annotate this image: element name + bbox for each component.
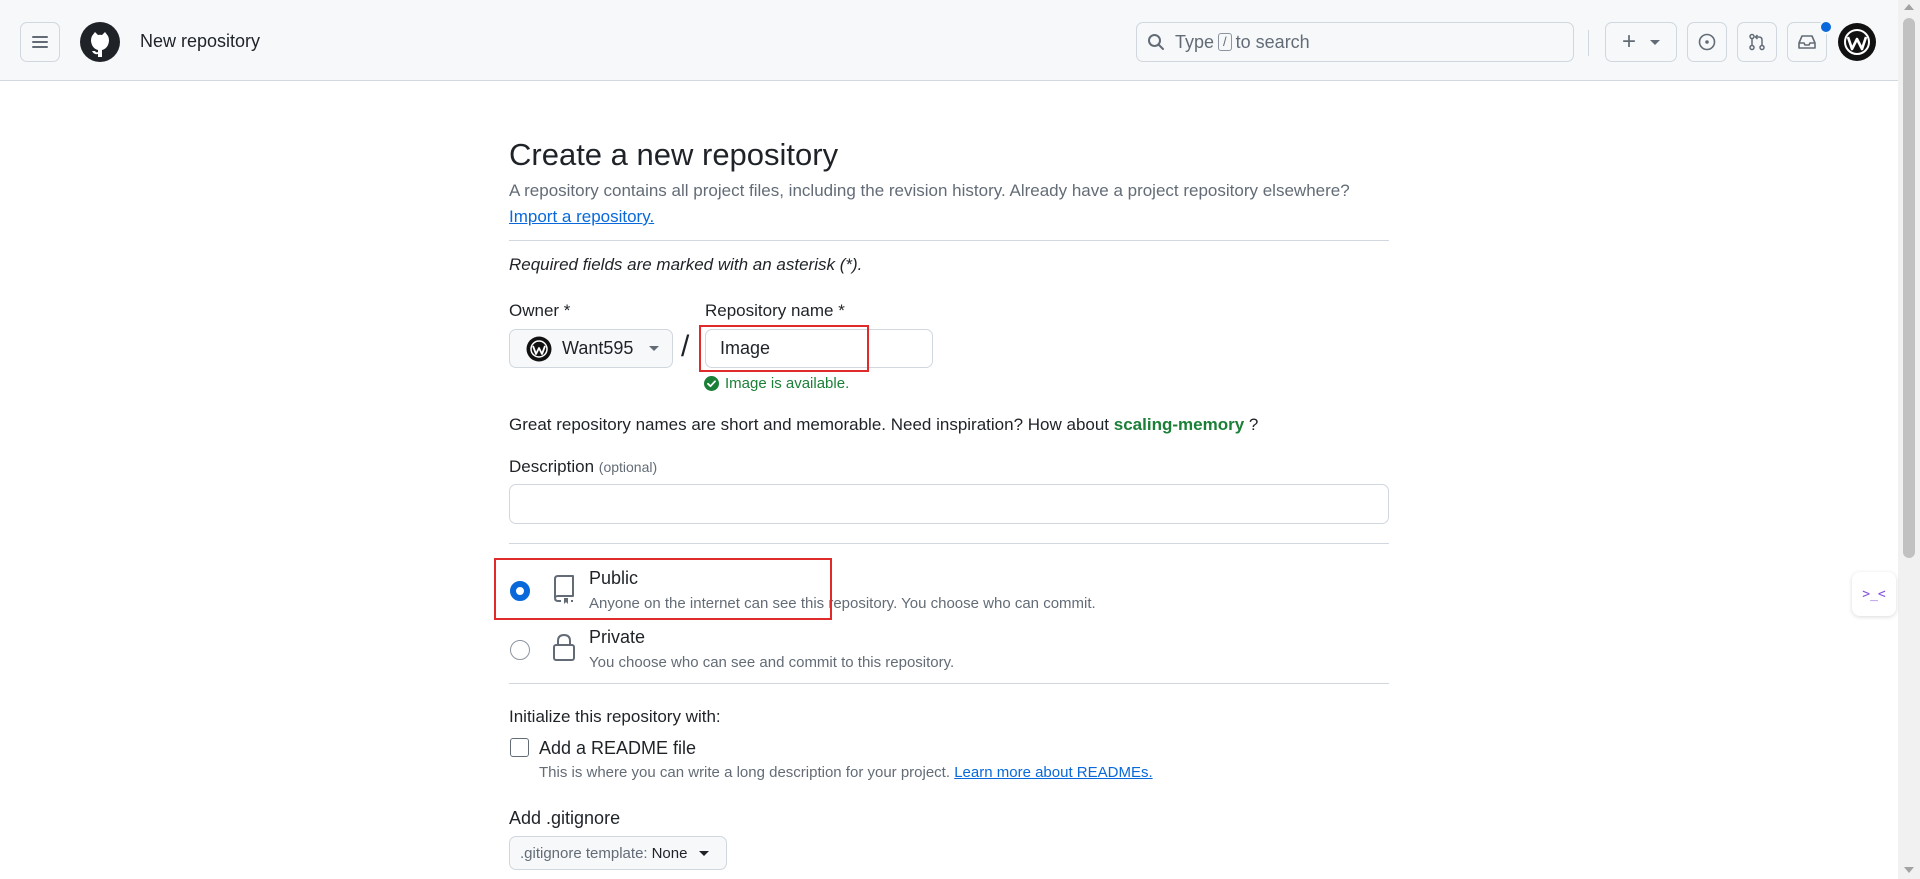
hamburger-icon bbox=[32, 36, 48, 48]
plus-icon: + bbox=[1621, 28, 1636, 55]
pull-requests-button[interactable] bbox=[1737, 22, 1777, 62]
lock-icon bbox=[553, 633, 575, 661]
description-label: Description (optional) bbox=[509, 457, 657, 477]
check-circle-icon bbox=[704, 376, 719, 391]
chevron-down-icon bbox=[1650, 39, 1660, 45]
learn-more-readmes-link[interactable]: Learn more about READMEs. bbox=[954, 764, 1152, 781]
notification-dot bbox=[1819, 20, 1833, 34]
chevron-down-icon bbox=[699, 850, 710, 856]
gitignore-template-select[interactable]: .gitignore template: None bbox=[509, 836, 727, 870]
private-title[interactable]: Private bbox=[589, 627, 645, 648]
required-fields-note: Required fields are marked with an aster… bbox=[509, 255, 863, 274]
inbox-icon bbox=[1798, 35, 1816, 49]
highlight-box-repo-name bbox=[699, 325, 869, 372]
page-context-title[interactable]: New repository bbox=[140, 31, 260, 52]
add-readme-checkbox[interactable] bbox=[510, 738, 529, 757]
page-intro: A repository contains all project files,… bbox=[509, 181, 1350, 200]
scroll-up-arrow[interactable] bbox=[1904, 4, 1914, 10]
page-title: Create a new repository bbox=[509, 137, 839, 172]
search-input[interactable]: Type / to search bbox=[1136, 22, 1574, 62]
owner-select-button[interactable]: Want595 bbox=[509, 329, 673, 368]
availability-status: Image is available. bbox=[704, 375, 849, 392]
chevron-down-icon bbox=[649, 346, 660, 351]
gitignore-label: Add .gitignore bbox=[509, 808, 621, 828]
issues-button[interactable] bbox=[1687, 22, 1727, 62]
search-placeholder-prefix: Type bbox=[1175, 31, 1215, 52]
private-radio[interactable] bbox=[510, 640, 530, 660]
gitignore-template-prefix: .gitignore template: bbox=[520, 844, 648, 862]
global-header: New repository Type / to search + bbox=[0, 0, 1898, 81]
divider bbox=[509, 240, 1389, 241]
description-optional-hint: (optional) bbox=[598, 459, 658, 475]
owner-avatar bbox=[526, 336, 552, 361]
create-new-button[interactable]: + bbox=[1605, 22, 1677, 62]
github-logo-icon[interactable] bbox=[79, 21, 121, 63]
owner-label: Owner * bbox=[509, 301, 571, 320]
search-shortcut-key: / bbox=[1218, 33, 1232, 51]
readme-description-text: This is where you can write a long descr… bbox=[539, 764, 951, 781]
description-input[interactable] bbox=[509, 484, 1389, 524]
owner-value: Want595 bbox=[562, 338, 634, 358]
name-suggestion: Great repository names are short and mem… bbox=[509, 415, 1258, 435]
import-repository-link[interactable]: Import a repository. bbox=[509, 207, 654, 227]
owner-repo-separator: / bbox=[681, 330, 690, 363]
suggested-name-link[interactable]: scaling-memory bbox=[1114, 415, 1244, 434]
initialize-label: Initialize this repository with: bbox=[509, 707, 721, 726]
private-description: You choose who can see and commit to thi… bbox=[589, 654, 955, 671]
copilot-icon[interactable]: >_< bbox=[1852, 572, 1896, 616]
hamburger-menu-button[interactable] bbox=[20, 22, 60, 62]
description-label-text: Description bbox=[509, 457, 595, 476]
add-readme-label[interactable]: Add a README file bbox=[539, 738, 696, 759]
search-icon bbox=[1148, 34, 1164, 50]
gitignore-template-value: None bbox=[651, 844, 688, 862]
avatar[interactable] bbox=[1837, 22, 1877, 62]
pull-request-icon bbox=[1749, 33, 1765, 51]
header-divider bbox=[1588, 30, 1589, 56]
divider bbox=[509, 683, 1389, 684]
repository-name-label: Repository name * bbox=[705, 301, 845, 320]
scroll-down-arrow[interactable] bbox=[1904, 867, 1914, 873]
suggestion-suffix: ? bbox=[1248, 415, 1259, 434]
issue-icon bbox=[1698, 33, 1716, 51]
search-placeholder-suffix: to search bbox=[1235, 31, 1310, 52]
scrollbar-thumb[interactable] bbox=[1903, 18, 1915, 558]
highlight-box-public bbox=[494, 558, 832, 620]
availability-text: Image is available. bbox=[725, 375, 850, 392]
suggestion-prefix: Great repository names are short and mem… bbox=[509, 415, 1110, 434]
divider bbox=[509, 543, 1389, 544]
readme-description: This is where you can write a long descr… bbox=[539, 764, 1153, 781]
